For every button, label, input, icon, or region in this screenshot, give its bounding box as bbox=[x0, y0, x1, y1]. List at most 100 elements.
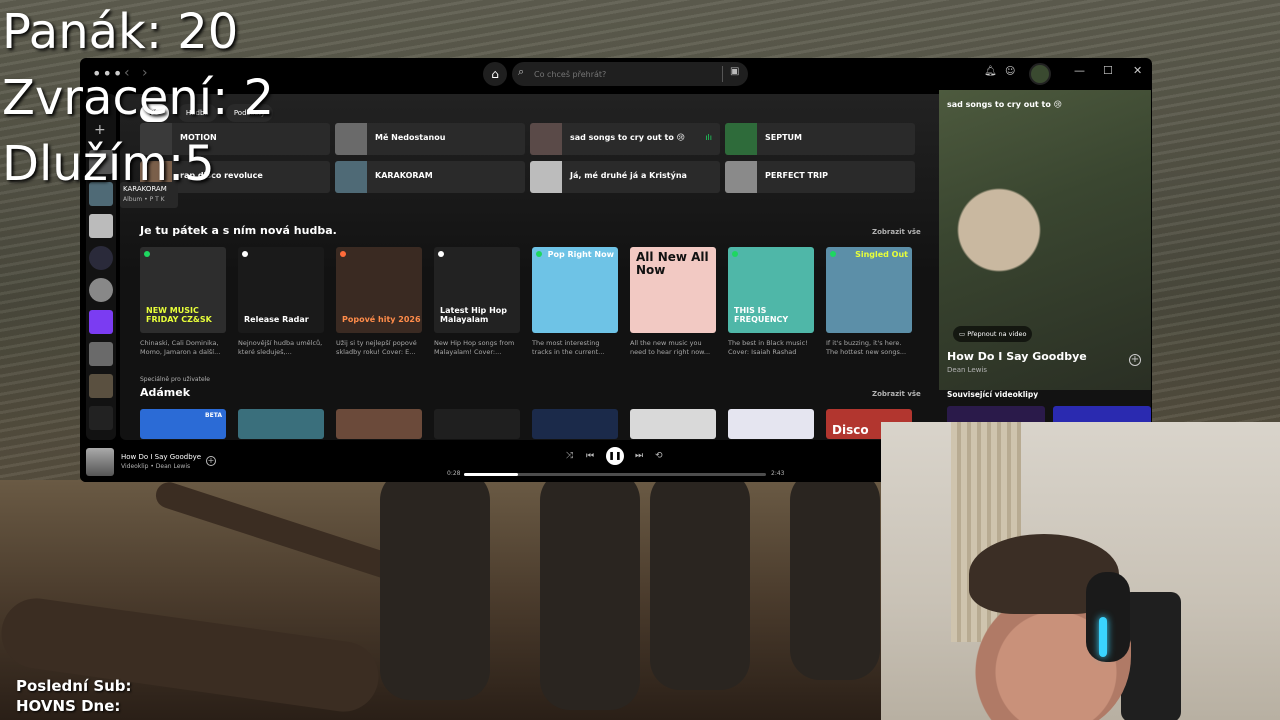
card-cover: BETA bbox=[140, 409, 226, 439]
avatar[interactable] bbox=[1029, 63, 1051, 85]
quick-item-cover bbox=[335, 161, 367, 193]
bell-icon[interactable]: 🔔︎ bbox=[984, 66, 997, 77]
now-playing-panel: sad songs to cry out to 😢 ▭ Přepnout na … bbox=[939, 90, 1151, 440]
now-playing-context[interactable]: sad songs to cry out to 😢 bbox=[947, 100, 1062, 109]
card-cover bbox=[238, 409, 324, 439]
quick-item-cover bbox=[335, 123, 367, 155]
library-item[interactable] bbox=[89, 214, 113, 238]
now-playing-title[interactable]: How Do I Say Goodbye bbox=[947, 350, 1087, 363]
quick-item-label: SEPTUM bbox=[765, 133, 803, 142]
card-cover bbox=[728, 409, 814, 439]
search-divider bbox=[722, 66, 723, 82]
section-title[interactable]: Adámek bbox=[140, 386, 190, 399]
overlay-stat-shots: Panák: 20 bbox=[2, 4, 239, 60]
spotify-logo-icon bbox=[732, 251, 738, 257]
card-description: The most interesting tracks in the curre… bbox=[532, 339, 605, 357]
playlist-card[interactable]: All New All Now All the new music you ne… bbox=[630, 247, 718, 359]
quick-item-label: Já, mé druhé já a Kristýna bbox=[570, 171, 687, 180]
home-icon[interactable]: ⌂ bbox=[483, 62, 507, 86]
mix-card[interactable] bbox=[238, 409, 326, 439]
player-cover[interactable] bbox=[86, 448, 114, 476]
playlist-card[interactable]: Latest Hip Hop Malayalam New Hip Hop son… bbox=[434, 247, 522, 359]
mix-card[interactable] bbox=[336, 409, 424, 439]
card-cover-text: Singled Out bbox=[855, 250, 908, 259]
add-icon[interactable]: + bbox=[206, 456, 216, 466]
time-total: 2:43 bbox=[771, 470, 785, 477]
overlay-last-sub: Poslední Sub: bbox=[16, 677, 132, 695]
minimize-icon[interactable]: — bbox=[1074, 64, 1085, 77]
library-item[interactable] bbox=[89, 342, 113, 366]
quick-item[interactable]: SEPTUM bbox=[725, 123, 915, 155]
show-all-link[interactable]: Zobrazit vše bbox=[872, 228, 921, 236]
quick-item[interactable]: PERFECT TRIP bbox=[725, 161, 915, 193]
pause-button[interactable]: ❚❚ bbox=[606, 447, 624, 465]
card-cover bbox=[630, 409, 716, 439]
card-description: Nejnovější hudba umělců, které sleduješ,… bbox=[238, 339, 323, 357]
progress-fill bbox=[464, 473, 519, 476]
shuffle-icon[interactable]: ⤨ bbox=[566, 451, 573, 461]
repeat-icon[interactable]: ⟲ bbox=[655, 451, 663, 461]
switch-to-video-button[interactable]: ▭ Přepnout na video bbox=[953, 326, 1033, 342]
spotify-logo-icon bbox=[438, 251, 444, 257]
progress-bar[interactable] bbox=[464, 473, 766, 476]
quick-item[interactable]: Já, mé druhé já a Kristýna bbox=[530, 161, 720, 193]
background-bear-leg bbox=[540, 470, 640, 710]
mix-card[interactable] bbox=[434, 409, 522, 439]
add-icon[interactable]: + bbox=[1129, 354, 1141, 366]
related-videos-title: Související videoklipy bbox=[947, 390, 1039, 399]
background-bear-leg bbox=[380, 470, 490, 700]
headset-led bbox=[1099, 617, 1107, 657]
card-description: Užij si ty nejlepší popové skladby roku!… bbox=[336, 339, 417, 357]
player-title[interactable]: How Do I Say Goodbye bbox=[121, 453, 201, 461]
library-item[interactable] bbox=[89, 374, 113, 398]
search-input[interactable] bbox=[534, 66, 724, 82]
next-icon[interactable]: ⏭︎ bbox=[635, 451, 643, 461]
browse-icon[interactable]: ▣ bbox=[730, 66, 739, 77]
quick-item-label: Mě Nedostanou bbox=[375, 133, 446, 142]
section-title[interactable]: Je tu pátek a s ním nová hudba. bbox=[140, 224, 337, 237]
show-all-link[interactable]: Zobrazit vše bbox=[872, 390, 921, 398]
mix-card[interactable] bbox=[630, 409, 718, 439]
spotify-logo-icon bbox=[144, 251, 150, 257]
quick-item-cover bbox=[725, 161, 757, 193]
background-bear-leg bbox=[790, 470, 880, 680]
music-video[interactable] bbox=[939, 90, 1151, 390]
headset-icon bbox=[1086, 572, 1130, 662]
spotify-logo-icon bbox=[830, 251, 836, 257]
friends-icon[interactable]: ☺ bbox=[1005, 66, 1015, 77]
library-item[interactable] bbox=[89, 278, 113, 302]
quick-item-label: KARAKORAM bbox=[375, 171, 433, 180]
quick-item[interactable]: Mě Nedostanou bbox=[335, 123, 525, 155]
mix-card[interactable] bbox=[728, 409, 816, 439]
library-item[interactable] bbox=[89, 406, 113, 430]
card-cover-text: Disco bbox=[832, 422, 869, 437]
overlay-stat-vomit: Zvracení: 2 bbox=[2, 70, 275, 126]
library-item[interactable] bbox=[89, 310, 113, 334]
playlist-card[interactable]: Popové hity 2026 Užij si ty nejlepší pop… bbox=[336, 247, 424, 359]
search-icon: ⌕ bbox=[518, 65, 525, 78]
previous-icon[interactable]: ⏮︎ bbox=[586, 451, 594, 461]
search-bar[interactable]: ⌕ ▣ bbox=[512, 62, 748, 86]
playlist-card[interactable]: Singled Out If it's buzzing, it's here. … bbox=[826, 247, 914, 359]
now-playing-artist[interactable]: Dean Lewis bbox=[947, 366, 987, 374]
card-badge: BETA bbox=[205, 412, 222, 419]
close-icon[interactable]: ✕ bbox=[1133, 64, 1142, 77]
quick-item[interactable]: KARAKORAM bbox=[335, 161, 525, 193]
switch-to-video-label: Přepnout na video bbox=[967, 330, 1027, 338]
playlist-card[interactable]: NEW MUSIC FRIDAY CZ&SK Chinaski, Cali Do… bbox=[140, 247, 228, 359]
card-cover-text: THIS IS FREQUENCY bbox=[734, 306, 789, 325]
card-cover-text: All New All Now bbox=[636, 250, 709, 278]
mix-card[interactable] bbox=[532, 409, 620, 439]
playlist-card[interactable]: Pop Right Now The most interesting track… bbox=[532, 247, 620, 359]
quick-item[interactable]: sad songs to cry out to 😢 ılı bbox=[530, 123, 720, 155]
card-cover-text: NEW MUSIC FRIDAY CZ&SK bbox=[146, 306, 212, 325]
playlist-card[interactable]: THIS IS FREQUENCY The best in Black musi… bbox=[728, 247, 816, 359]
playlist-card[interactable]: Release Radar Nejnovější hudba umělců, k… bbox=[238, 247, 326, 359]
player-subtitle[interactable]: Videoklip • Dean Lewis bbox=[121, 463, 190, 470]
maximize-icon[interactable]: ☐ bbox=[1103, 64, 1113, 77]
mix-card[interactable]: BETA bbox=[140, 409, 228, 439]
library-item[interactable] bbox=[89, 246, 113, 270]
overlay-hovns: HOVNS Dne: bbox=[16, 697, 121, 715]
card-cover-text: Latest Hip Hop Malayalam bbox=[440, 306, 507, 325]
quick-item-label: PERFECT TRIP bbox=[765, 171, 828, 180]
